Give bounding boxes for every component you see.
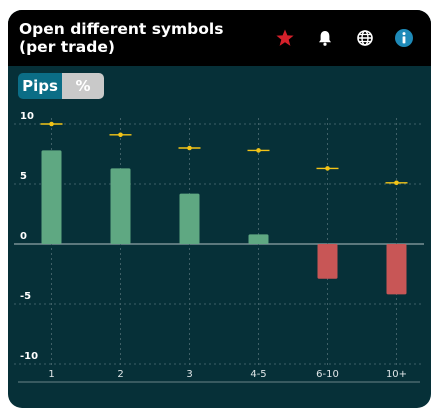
marker-dot xyxy=(118,132,123,138)
x-tick-label: 4-5 xyxy=(250,369,266,380)
x-tick-label: 2 xyxy=(117,369,123,380)
bar xyxy=(110,168,131,244)
x-tick-label: 3 xyxy=(186,369,192,380)
x-tick-label: 10+ xyxy=(386,369,407,380)
y-tick-label: 10 xyxy=(20,111,34,122)
bar-chart: 10 5 0 -5 -10 1 2 3 4-5 6-10 10+ xyxy=(14,111,424,383)
y-tick-label: 0 xyxy=(20,231,27,242)
marker-dot xyxy=(394,180,399,186)
bar xyxy=(248,234,269,244)
bar xyxy=(179,193,200,244)
y-tick-label: -10 xyxy=(20,351,38,362)
chart-card: Open different symbols (per trade) Pips … xyxy=(8,10,431,408)
y-tick-label: -5 xyxy=(20,291,31,302)
marker-dot xyxy=(256,148,261,153)
marker-dot xyxy=(187,145,192,151)
bar xyxy=(41,150,62,244)
bar xyxy=(386,244,407,295)
x-tick-label: 1 xyxy=(48,369,54,380)
bar xyxy=(317,244,338,279)
x-tick-label: 6-10 xyxy=(316,369,339,380)
marker-dot xyxy=(49,121,54,127)
marker-dot xyxy=(325,166,330,171)
y-tick-label: 5 xyxy=(20,171,27,182)
